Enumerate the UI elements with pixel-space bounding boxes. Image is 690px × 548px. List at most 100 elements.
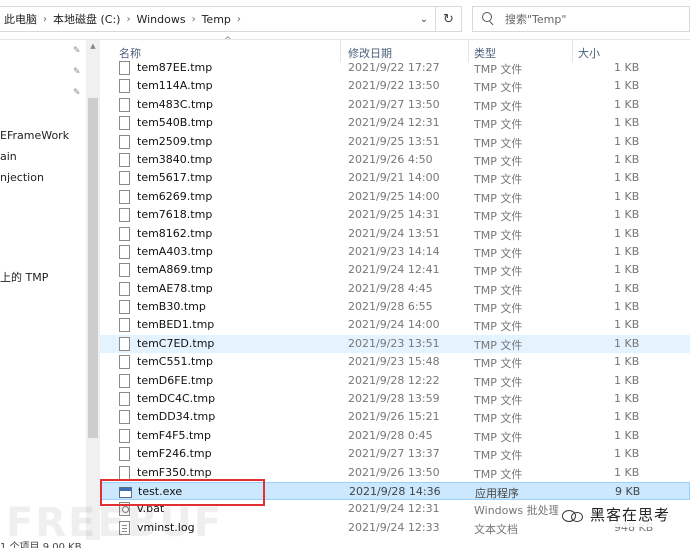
- address-toolbar: 此电脑 › 本地磁盘 (C:) › Windows › Temp › ⌄ ↻ 搜…: [0, 0, 690, 40]
- file-row[interactable]: tem87EE.tmp 2021/9/22 17:27 TMP 文件 1 KB: [100, 59, 690, 77]
- file-size: 1 KB: [614, 61, 640, 74]
- wechat-icon: [562, 508, 584, 522]
- file-type: TMP 文件: [474, 412, 523, 426]
- breadcrumb-this-pc[interactable]: 此电脑: [4, 11, 37, 27]
- file-row[interactable]: temF4F5.tmp 2021/9/28 0:45 TMP 文件 1 KB: [100, 427, 690, 445]
- file-date: 2021/9/25 14:31: [348, 208, 440, 222]
- file-size: 1 KB: [614, 410, 640, 424]
- file-name: tem8162.tmp: [137, 226, 213, 240]
- navigation-pane: ✎ ✎ ✎ EFrameWork ain njection 上的 TMP: [0, 40, 100, 540]
- file-row[interactable]: tem7618.tmp 2021/9/25 14:31 TMP 文件 1 KB: [100, 206, 690, 224]
- file-name: tem87EE.tmp: [137, 61, 213, 74]
- file-name: tem2509.tmp: [137, 134, 213, 148]
- file-type: TMP 文件: [474, 99, 523, 113]
- file-icon: [119, 97, 130, 112]
- file-name: tem7618.tmp: [137, 208, 213, 222]
- chevron-right-icon[interactable]: ›: [192, 14, 196, 25]
- file-size: 1 KB: [614, 116, 640, 130]
- chevron-right-icon[interactable]: ›: [237, 14, 241, 25]
- address-bar[interactable]: 此电脑 › 本地磁盘 (C:) › Windows › Temp ›: [0, 6, 436, 32]
- file-icon: [119, 318, 130, 333]
- file-row[interactable]: temA403.tmp 2021/9/23 14:14 TMP 文件 1 KB: [100, 243, 690, 261]
- nav-item-ain[interactable]: ain: [0, 150, 17, 163]
- breadcrumb-windows[interactable]: Windows: [136, 13, 185, 26]
- file-row[interactable]: temF246.tmp 2021/9/27 13:37 TMP 文件 1 KB: [100, 445, 690, 463]
- file-type: TMP 文件: [474, 63, 523, 76]
- pin-icon[interactable]: ✎: [73, 67, 83, 79]
- file-type: TMP 文件: [474, 118, 523, 132]
- file-icon: [119, 226, 130, 241]
- file-row[interactable]: temDC4C.tmp 2021/9/28 13:59 TMP 文件 1 KB: [100, 390, 690, 408]
- file-row[interactable]: tem5617.tmp 2021/9/21 14:00 TMP 文件 1 KB: [100, 169, 690, 187]
- file-size: 1 KB: [614, 189, 640, 203]
- file-size: 1 KB: [614, 355, 640, 369]
- file-row[interactable]: temC551.tmp 2021/9/23 15:48 TMP 文件 1 KB: [100, 353, 690, 371]
- file-date: 2021/9/21 14:00: [348, 171, 440, 185]
- pin-icon[interactable]: ✎: [73, 46, 83, 58]
- file-size: 1 KB: [614, 152, 640, 166]
- file-date: 2021/9/28 13:59: [348, 392, 440, 406]
- nav-item-eframework[interactable]: EFrameWork: [0, 129, 69, 142]
- file-row[interactable]: temC7ED.tmp 2021/9/23 13:51 TMP 文件 1 KB: [100, 334, 690, 354]
- file-row[interactable]: temAE78.tmp 2021/9/28 4:45 TMP 文件 1 KB: [100, 280, 690, 298]
- file-size: 1 KB: [614, 336, 640, 350]
- file-row[interactable]: temD6FE.tmp 2021/9/28 12:22 TMP 文件 1 KB: [100, 372, 690, 390]
- file-row[interactable]: temB30.tmp 2021/9/28 6:55 TMP 文件 1 KB: [100, 298, 690, 316]
- file-name: temBED1.tmp: [137, 318, 215, 332]
- status-bar-text: 1 个项目 9.00 KB: [0, 542, 82, 548]
- address-history-dropdown-icon[interactable]: ⌄: [412, 6, 436, 32]
- file-size: 1 KB: [614, 97, 640, 111]
- file-date: 2021/9/23 13:51: [348, 336, 440, 350]
- file-row[interactable]: temBED1.tmp 2021/9/24 14:00 TMP 文件 1 KB: [100, 316, 690, 334]
- file-date: 2021/9/24 13:51: [348, 226, 440, 240]
- file-row[interactable]: temA869.tmp 2021/9/24 12:41 TMP 文件 1 KB: [100, 261, 690, 279]
- watermark-account: 黑客在思考: [558, 502, 675, 527]
- file-name: temD6FE.tmp: [137, 373, 214, 387]
- nav-scrollbar-thumb[interactable]: [88, 98, 98, 438]
- file-row[interactable]: tem6269.tmp 2021/9/25 14:00 TMP 文件 1 KB: [100, 188, 690, 206]
- nav-item-tmp[interactable]: 上的 TMP: [0, 269, 48, 285]
- file-row[interactable]: temDD34.tmp 2021/9/26 15:21 TMP 文件 1 KB: [100, 408, 690, 426]
- file-type: TMP 文件: [474, 430, 523, 444]
- file-type: TMP 文件: [474, 228, 523, 242]
- search-box[interactable]: 搜索"Temp": [472, 6, 690, 32]
- file-name: temF350.tmp: [137, 465, 212, 479]
- file-row[interactable]: tem483C.tmp 2021/9/27 13:50 TMP 文件 1 KB: [100, 96, 690, 114]
- file-row[interactable]: tem540B.tmp 2021/9/24 12:31 TMP 文件 1 KB: [100, 114, 690, 132]
- chevron-right-icon[interactable]: ›: [43, 14, 47, 25]
- file-row[interactable]: tem8162.tmp 2021/9/24 13:51 TMP 文件 1 KB: [100, 225, 690, 243]
- file-name: temF246.tmp: [137, 447, 212, 461]
- file-type: TMP 文件: [474, 338, 523, 352]
- chevron-right-icon[interactable]: ›: [126, 14, 130, 25]
- file-type: TMP 文件: [474, 302, 523, 316]
- breadcrumb-local-disk[interactable]: 本地磁盘 (C:): [53, 11, 120, 27]
- file-size: 9 KB: [615, 484, 641, 498]
- file-type: TMP 文件: [474, 136, 523, 150]
- file-type: 应用程序: [475, 486, 519, 500]
- file-date: 2021/9/23 15:48: [348, 355, 440, 369]
- file-size: 1 KB: [614, 226, 640, 240]
- file-icon: [119, 61, 130, 75]
- refresh-icon[interactable]: ↻: [436, 6, 462, 32]
- file-row[interactable]: tem2509.tmp 2021/9/25 13:51 TMP 文件 1 KB: [100, 133, 690, 151]
- file-size: 1 KB: [614, 318, 640, 332]
- scroll-up-arrow-icon[interactable]: ▲: [88, 42, 98, 52]
- file-row[interactable]: tem114A.tmp 2021/9/22 13:50 TMP 文件 1 KB: [100, 77, 690, 95]
- pin-icon[interactable]: ✎: [73, 88, 83, 100]
- file-type: TMP 文件: [474, 357, 523, 371]
- file-size: 1 KB: [614, 428, 640, 442]
- file-date: 2021/9/22 13:50: [348, 79, 440, 93]
- file-icon: [119, 152, 130, 167]
- breadcrumb-temp[interactable]: Temp: [202, 13, 231, 26]
- file-name: temAE78.tmp: [137, 281, 213, 295]
- file-row[interactable]: tem3840.tmp 2021/9/26 4:50 TMP 文件 1 KB: [100, 151, 690, 169]
- file-icon: [119, 465, 130, 480]
- nav-item-injection[interactable]: njection: [0, 171, 44, 184]
- file-icon: [119, 244, 130, 259]
- file-name: tem3840.tmp: [137, 152, 213, 166]
- search-input[interactable]: 搜索"Temp": [505, 11, 566, 27]
- file-icon: [119, 392, 130, 407]
- file-type: TMP 文件: [474, 210, 523, 224]
- file-date: 2021/9/25 13:51: [348, 134, 440, 148]
- file-date: 2021/9/28 6:55: [348, 300, 433, 314]
